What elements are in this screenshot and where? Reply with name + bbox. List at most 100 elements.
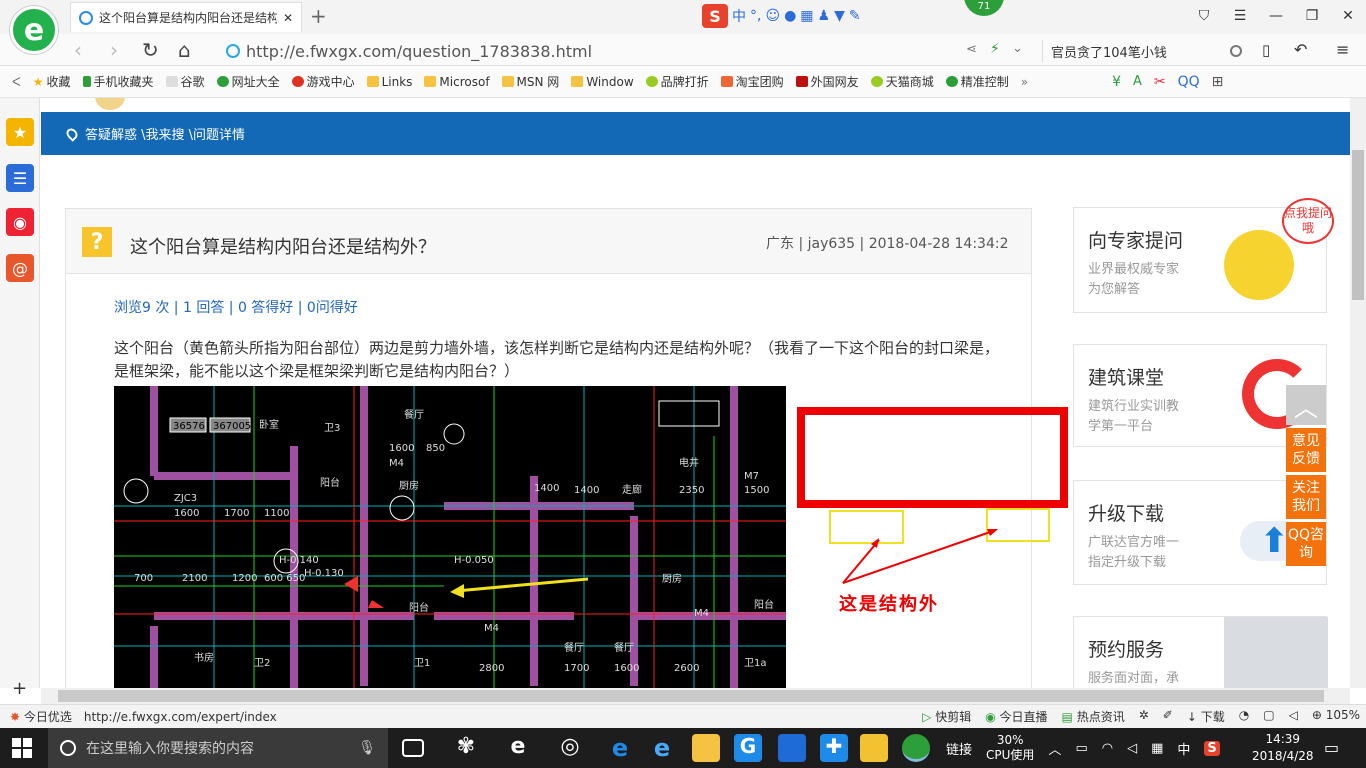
sogou-icon[interactable]: S [702, 4, 728, 28]
forward-icon[interactable]: › [110, 38, 118, 62]
favorites-icon[interactable]: ★ [6, 118, 34, 146]
tray-expand-icon[interactable]: ︿ [1048, 739, 1061, 758]
minimize-icon[interactable]: — [1258, 0, 1294, 32]
weibo-icon[interactable]: ◉ [6, 208, 34, 236]
yen-icon[interactable]: ¥ [1112, 74, 1121, 90]
mail-icon[interactable]: @ [6, 254, 34, 282]
file-explorer-icon[interactable] [692, 734, 720, 762]
browser-tab[interactable]: 这个阳台算是结构内阳台还是结构外 ✕ [70, 2, 302, 32]
ime-indicator[interactable]: 中 [1177, 739, 1190, 758]
zoom-level[interactable]: ⊕ 105% [1312, 708, 1360, 725]
bookmark-item[interactable]: 谷歌 [165, 73, 205, 90]
speed-icon[interactable]: ◔ [1239, 708, 1249, 725]
question-stats[interactable]: 浏览9 次 | 1 回答 | 0 答得好 | 0问得好 [114, 297, 358, 317]
bookmark-item[interactable]: Window [571, 75, 634, 89]
cad-drawing-image[interactable]: 36576 367005 卧室 餐厅 卫3 1600 850 M4 阳台 厨房 走廊 ZJC3… [114, 386, 786, 688]
glodon-icon[interactable]: G [734, 734, 762, 762]
bookmark-item[interactable]: 品牌打折 [645, 73, 709, 90]
skin-icon[interactable]: ⛉ [1186, 0, 1222, 32]
follow-button[interactable]: 关注我们 [1286, 475, 1326, 519]
close-window-icon[interactable]: ✕ [1330, 0, 1366, 32]
refresh-icon[interactable]: ↻ [142, 38, 159, 62]
bookmark-item[interactable]: 网址大全 [216, 73, 280, 90]
gear-icon[interactable]: ✲ [1139, 708, 1149, 725]
bookmark-item[interactable]: Microsof [424, 75, 490, 89]
battery-icon[interactable]: ▭ [1075, 741, 1087, 756]
restore-icon[interactable]: ❐ [1294, 0, 1330, 32]
app-icon[interactable] [778, 734, 806, 762]
search-placeholder[interactable]: 在这里输入你要搜索的内容 [86, 738, 254, 758]
feedback-button[interactable]: 意见反馈 [1286, 428, 1326, 472]
ime-lang[interactable]: 中 [732, 6, 746, 26]
chevron-down-icon[interactable]: ⌄ [1012, 41, 1023, 56]
url-text[interactable]: http://e.fwxgx.com/question_1783838.html [246, 42, 592, 61]
pinwheel-icon[interactable]: ✾ [452, 734, 480, 762]
today-pick[interactable]: ✸ 今日优选 [10, 708, 72, 725]
cpu-meter[interactable]: 30% CPU使用 [986, 733, 1034, 763]
bookmark-item[interactable]: ★ 收藏 [33, 73, 71, 90]
keyboard-icon[interactable]: ▦ [1151, 741, 1163, 756]
sidebar-toggle-icon[interactable]: ᐸ [12, 75, 21, 89]
volume-icon[interactable]: ◁ [1127, 741, 1137, 756]
taskbar-search[interactable]: 在这里输入你要搜索的内容 🎙 [48, 728, 388, 768]
add-sidebar-icon[interactable]: + [12, 678, 27, 699]
speaker-icon[interactable]: ◁ [1289, 708, 1298, 725]
browser-logo-icon[interactable]: e [10, 6, 58, 54]
active-browser-icon[interactable] [902, 734, 930, 762]
bookmark-item[interactable]: 外国网友 [795, 73, 859, 90]
search-box[interactable]: 官员贪了104笔小钱 [1042, 40, 1242, 62]
status-item[interactable]: ▷ 快剪辑 [922, 708, 971, 725]
status-item[interactable]: ▤ 热点资讯 [1062, 708, 1125, 725]
pin-icon[interactable]: ✐ [1163, 708, 1173, 725]
appointment-card[interactable]: 预约服务 服务面对面，承 [1073, 616, 1328, 688]
status-item[interactable]: ◉ 今日直播 [985, 708, 1047, 725]
bookmark-item[interactable]: Links [366, 75, 412, 89]
bookmark-item[interactable]: 游戏中心 [291, 73, 355, 90]
phone-icon[interactable]: ▯ [1262, 41, 1270, 59]
scissors-icon[interactable]: ✂ [1154, 74, 1166, 90]
lightning-icon[interactable]: ⚡ [990, 41, 1000, 57]
window-icon[interactable]: ▢ [1263, 708, 1274, 725]
emoji-icon[interactable]: ☺ [765, 8, 780, 24]
new-tab-button[interactable]: + [310, 4, 327, 28]
translate-icon[interactable]: A [1133, 74, 1142, 89]
notification-badge[interactable]: 71 [964, 0, 1004, 16]
close-tab-icon[interactable]: ✕ [283, 11, 293, 25]
bookmark-item[interactable]: 手机收藏夹 [82, 73, 154, 90]
home-icon[interactable]: ⌂ [178, 38, 191, 62]
qihoo-icon[interactable]: ◎ [556, 734, 584, 762]
notes-icon[interactable] [860, 734, 888, 762]
breadcrumb-text[interactable]: 答疑解惑 \我来搜 \问题详情 [85, 124, 245, 143]
user-icon[interactable]: ♟ [818, 8, 831, 24]
menu-icon[interactable]: ☰ [1222, 0, 1258, 32]
search-plugin-icon[interactable]: QQ [1178, 74, 1200, 90]
mic-icon[interactable]: ● [784, 8, 796, 24]
qq-consult-button[interactable]: QQ咨询 [1286, 522, 1326, 566]
share-icon[interactable]: ⋖ [966, 42, 977, 57]
cortana-icon[interactable] [60, 740, 76, 756]
search-icon[interactable] [1230, 45, 1242, 57]
plus-app-icon[interactable]: ✚ [820, 734, 848, 762]
ask-expert-card[interactable]: 向专家提问 业界最权威专家 为您解答 点我提问哦 [1073, 198, 1334, 313]
back-to-top-icon[interactable]: ︿ [1286, 385, 1326, 425]
ie-browser-icon[interactable]: e [504, 734, 532, 762]
vertical-scroll-thumb[interactable] [1352, 150, 1364, 300]
reader-icon[interactable]: ☰ [6, 164, 34, 192]
bookmark-item[interactable]: 淘宝团购 [720, 73, 784, 90]
ime-punct[interactable]: °, [750, 8, 761, 24]
wifi-icon[interactable]: ◠ [1102, 741, 1113, 756]
ask-bubble[interactable]: 点我提问哦 [1282, 198, 1334, 244]
url-field[interactable]: http://e.fwxgx.com/question_1783838.html [226, 40, 946, 62]
task-view-icon[interactable] [402, 739, 424, 757]
bookmark-item[interactable]: 精准控制 [945, 73, 1009, 90]
link-label[interactable]: 链接 [946, 739, 972, 758]
mic-icon[interactable]: 🎙 [358, 740, 376, 756]
undo-icon[interactable]: ↶ [1294, 40, 1307, 59]
wrench-icon[interactable]: ✎ [849, 8, 861, 24]
ime-toolbar[interactable]: S 中 °, ☺ ● ▦ ♟ ▼ ✎ [702, 4, 861, 28]
status-item[interactable]: ↓ 下载 [1187, 708, 1225, 725]
bookmark-item[interactable]: MSN 网 [501, 73, 559, 90]
notification-center-icon[interactable]: ▭ [1324, 738, 1339, 757]
sogou-tray-icon[interactable]: S [1204, 740, 1220, 756]
windows-start-icon[interactable] [12, 738, 32, 758]
